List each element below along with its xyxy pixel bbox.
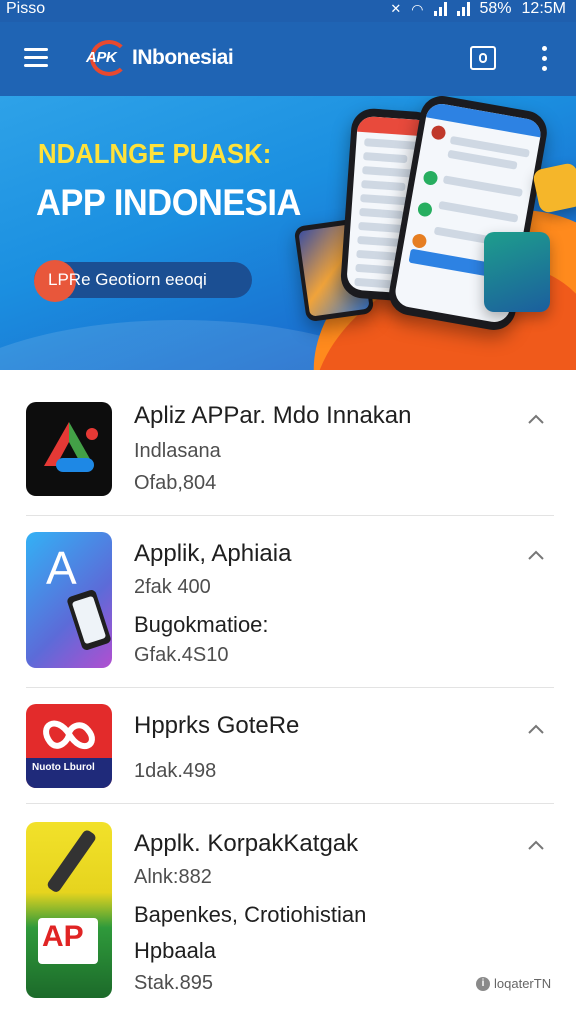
chevron-up-icon[interactable] [526,546,546,566]
app-logo: APK INbonesiai [86,36,234,80]
menu-button[interactable] [24,48,50,68]
floating-card-icon [531,161,576,215]
app-title: Apliz APPar. Mdo Innakan [134,402,412,429]
app-title: Applik, Aphiaia [134,540,292,567]
wifi-icon: ◠ [411,0,424,17]
app-subtitle-2: Hpbaala [134,938,216,963]
chevron-up-icon[interactable] [526,720,546,740]
cast-button[interactable] [470,46,496,70]
app-icon-label: AP [42,920,84,953]
signal-icon-2 [456,2,470,16]
battery-level: 58% [479,0,512,17]
svg-text:A: A [46,542,77,594]
more-options-button[interactable] [540,46,550,72]
status-bar: Pisso ✕ ◠ 58% 12:5M [0,0,576,22]
logo-text: INbonesiai [132,46,234,69]
logo-mark-text: APK [86,49,117,66]
status-carrier: Pisso [6,0,46,17]
signal-icon [433,2,447,16]
app-icon: Nuoto Lburol [26,704,112,788]
app-size: Alnk:882 [134,866,212,888]
app-subtitle: Bugokmatioe: [134,612,269,637]
list-item[interactable]: A Applik, Aphiaia 2fak 400 Bugokmatioe: … [0,516,576,688]
app-subtitle: Indlasana [134,440,221,462]
app-title: Applk. KorpakKatgak [134,830,359,857]
promo-banner[interactable]: NDALNGE PUASK: APP INDONESIA LPRe Geotio… [0,96,576,370]
info-icon: i [476,976,490,991]
status-time: 12:5M [521,0,566,17]
app-subtitle: Bapenkes, Crotiohistian [134,902,367,927]
app-icon: AP [26,822,112,998]
app-icon: A [26,532,112,668]
chevron-up-icon[interactable] [526,410,546,430]
footer-badge[interactable]: i loqaterTN [476,976,551,991]
app-meta: Gfak.4S10 [134,644,229,666]
app-size: 2fak 400 [134,576,211,598]
floating-card-illustration [484,232,550,312]
chevron-up-icon[interactable] [526,836,546,856]
app-list: Apliz APPar. Mdo Innakan Indlasana Ofab,… [0,370,576,1024]
banner-cta-label: LPRe Geotiorn eeoqi [48,270,207,289]
app-icon [26,402,112,496]
list-item[interactable]: Nuoto Lburol Hpprks GoteRe 1dak.498 [0,688,576,804]
banner-title: APP INDONESIA [36,182,301,223]
banner-cta-button[interactable]: LPRe Geotiorn eeoqi [34,260,252,302]
logo-mark: APK [86,38,132,78]
app-title: Hpprks GoteRe [134,712,300,739]
app-bar: APK INbonesiai [0,22,576,96]
app-meta: 1dak.498 [134,760,217,782]
banner-eyebrow: NDALNGE PUASK: [38,138,272,169]
app-icon-label: Nuoto Lburol [32,762,95,773]
mute-icon: ✕ [390,1,402,16]
app-meta: Ofab,804 [134,472,217,494]
list-item[interactable]: Apliz APPar. Mdo Innakan Indlasana Ofab,… [0,370,576,516]
footer-badge-label: loqaterTN [494,976,552,991]
status-icons: ✕ ◠ 58% 12:5M [390,0,566,18]
app-meta: Stak.895 [134,972,213,994]
